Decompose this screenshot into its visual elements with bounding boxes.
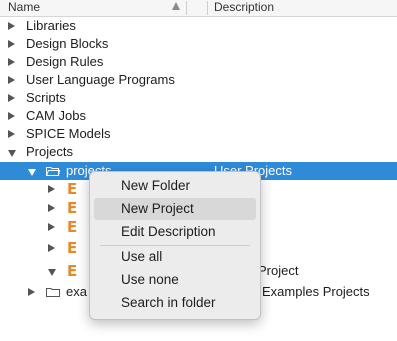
- disclosure-triangle-icon[interactable]: [8, 58, 15, 66]
- tree-item-label: exa: [66, 284, 87, 299]
- eagle-project-icon: E: [67, 262, 78, 280]
- disclosure-triangle-icon[interactable]: [8, 22, 15, 30]
- tree-item-label: Design Rules: [26, 54, 104, 69]
- eagle-project-icon: E: [67, 180, 78, 198]
- folder-icon: [46, 288, 60, 297]
- tree-item-label: Design Blocks: [26, 36, 109, 51]
- column-separator[interactable]: [186, 1, 187, 15]
- disclosure-triangle-icon[interactable]: [8, 130, 15, 138]
- tree-item-label: Scripts: [26, 90, 66, 105]
- menu-item-new-folder[interactable]: New Folder: [94, 175, 256, 197]
- disclosure-triangle-icon[interactable]: [48, 244, 55, 252]
- disclosure-triangle-icon[interactable]: [8, 76, 15, 84]
- column-header: Name Description: [0, 0, 397, 17]
- disclosure-triangle-icon[interactable]: [48, 204, 55, 212]
- tree-item-libraries[interactable]: Libraries: [0, 17, 397, 35]
- tree-item-user-language-programs[interactable]: User Language Programs: [0, 71, 397, 89]
- menu-item-new-project[interactable]: New Project: [94, 198, 256, 220]
- eagle-project-icon: E: [67, 239, 78, 257]
- disclosure-triangle-icon[interactable]: [48, 185, 55, 193]
- menu-item-use-none[interactable]: Use none: [94, 269, 256, 291]
- description-column-header[interactable]: Description: [214, 0, 274, 15]
- tree-item-description: Examples Projects: [262, 284, 370, 299]
- disclosure-triangle-icon[interactable]: [8, 40, 15, 48]
- disclosure-triangle-icon[interactable]: [8, 94, 15, 102]
- eagle-project-icon: E: [67, 199, 78, 217]
- disclosure-triangle-open-icon[interactable]: [48, 269, 56, 276]
- tree-item-label: SPICE Models: [26, 126, 111, 141]
- eagle-project-icon: E: [67, 218, 78, 236]
- tree-item-spice-models[interactable]: SPICE Models: [0, 125, 397, 143]
- context-menu: New Folder New Project Edit Description …: [89, 171, 261, 320]
- tree-item-projects[interactable]: Projects: [0, 143, 397, 161]
- name-column-header[interactable]: Name: [8, 0, 40, 15]
- menu-item-edit-description[interactable]: Edit Description: [94, 221, 256, 243]
- menu-item-use-all[interactable]: Use all: [94, 246, 256, 268]
- disclosure-triangle-icon[interactable]: [8, 112, 15, 120]
- tree-item-scripts[interactable]: Scripts: [0, 89, 397, 107]
- disclosure-triangle-open-icon[interactable]: [28, 169, 36, 176]
- tree-item-design-blocks[interactable]: Design Blocks: [0, 35, 397, 53]
- disclosure-triangle-icon[interactable]: [48, 223, 55, 231]
- tree-item-design-rules[interactable]: Design Rules: [0, 53, 397, 71]
- tree-item-description: Project: [258, 263, 299, 278]
- tree-item-label: Projects: [26, 144, 73, 159]
- column-separator[interactable]: [207, 1, 208, 15]
- menu-item-search-in-folder[interactable]: Search in folder: [94, 292, 256, 314]
- tree-item-label: CAM Jobs: [26, 108, 86, 123]
- disclosure-triangle-icon[interactable]: [28, 288, 35, 296]
- folder-open-icon: [46, 167, 60, 176]
- tree-item-label: User Language Programs: [26, 72, 175, 87]
- disclosure-triangle-open-icon[interactable]: [8, 150, 16, 157]
- sort-ascending-icon[interactable]: [172, 2, 180, 10]
- tree-item-label: Libraries: [26, 18, 76, 33]
- tree-item-cam-jobs[interactable]: CAM Jobs: [0, 107, 397, 125]
